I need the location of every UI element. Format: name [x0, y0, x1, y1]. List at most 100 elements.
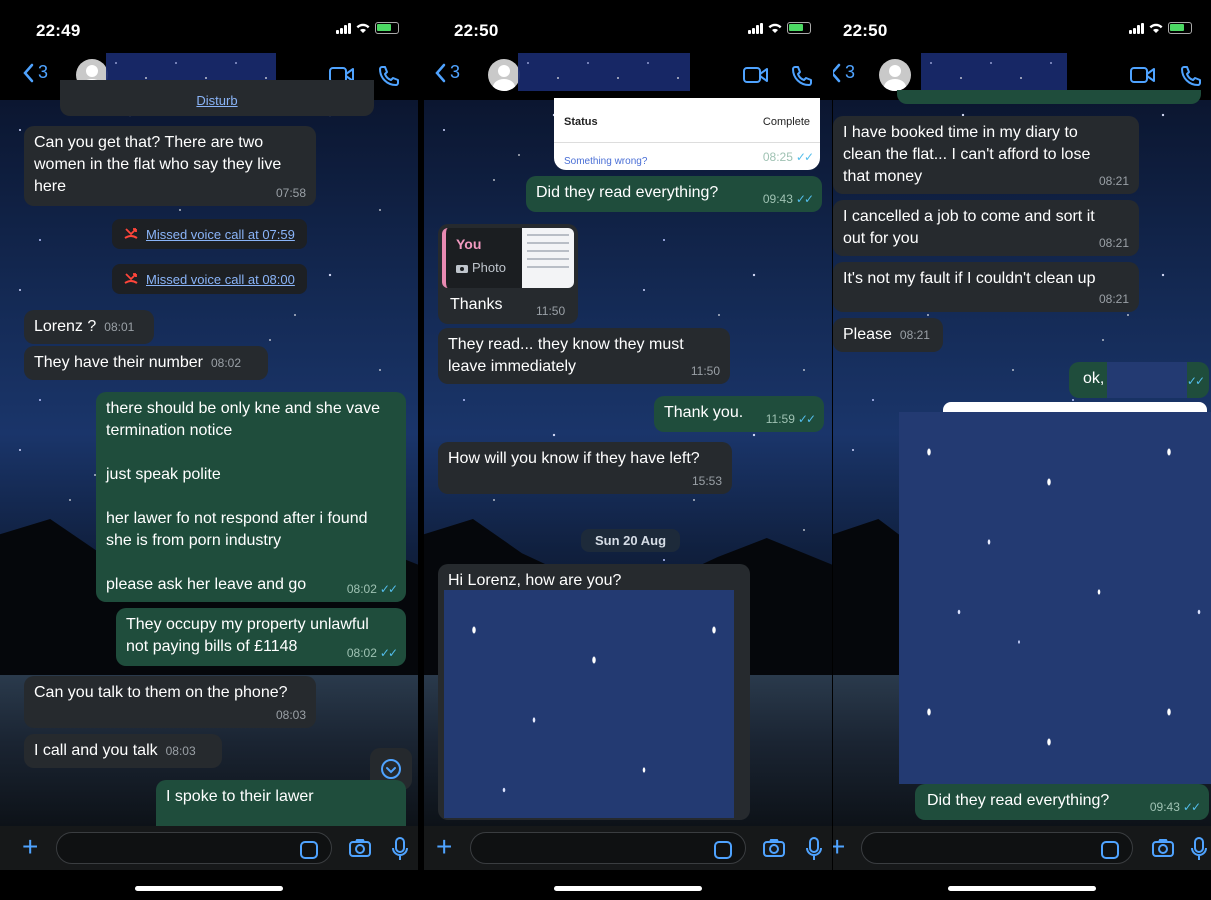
message-bubble-incoming[interactable]: They read... they know they must leave i…: [438, 328, 730, 384]
plus-icon[interactable]: +: [436, 832, 452, 862]
card-status-value: Complete: [762, 116, 810, 128]
chevron-left-icon: [23, 63, 34, 82]
phone-icon[interactable]: [1179, 64, 1203, 88]
message-bubble-incoming-reply[interactable]: You Photo Thanks 11:50: [438, 224, 578, 324]
message-bubble-outgoing[interactable]: there should be only kne and she vave te…: [96, 392, 406, 602]
contact-name-redacted[interactable]: [921, 53, 1067, 91]
message-text: ok,: [1083, 370, 1105, 387]
phone-icon[interactable]: [377, 64, 401, 88]
message-time: 11:50: [690, 364, 720, 378]
message-text: I have booked time in my diary to clean …: [843, 124, 1091, 185]
sticker-icon[interactable]: [1101, 841, 1119, 859]
status-bar: 22:49: [0, 0, 418, 50]
battery-icon: [1168, 22, 1192, 34]
signal-icon: [1129, 22, 1144, 34]
camera-icon: [456, 264, 468, 273]
message-time: 08:03: [275, 708, 306, 722]
redaction-overlay: [1107, 362, 1187, 398]
message-time: 08:21: [1098, 292, 1129, 306]
document-preview-card[interactable]: Status Complete Something wrong? 08:25 ✓✓: [554, 98, 820, 170]
camera-icon[interactable]: [1151, 838, 1175, 858]
sticker-icon[interactable]: [300, 841, 318, 859]
message-time: 08:02: [210, 356, 242, 370]
read-ticks-icon: ✓✓: [795, 192, 814, 206]
camera-icon[interactable]: [348, 838, 372, 858]
message-time: 08:21: [899, 328, 930, 342]
avatar[interactable]: [488, 59, 520, 91]
plus-icon[interactable]: +: [833, 832, 845, 862]
contact-name-redacted[interactable]: [518, 53, 690, 91]
message-bubble-incoming[interactable]: Lorenz ? 08:01: [24, 310, 154, 344]
missed-call-notice[interactable]: Missed voice call at 08:00: [112, 264, 307, 294]
message-input[interactable]: [861, 832, 1133, 864]
status-icons: [1129, 22, 1192, 34]
missed-call-notice[interactable]: Missed voice call at 07:59: [112, 219, 307, 249]
phone-icon[interactable]: [790, 64, 814, 88]
message-time: 11:50: [536, 304, 566, 318]
message-time: 08:01: [104, 320, 135, 334]
chevron-left-icon: [833, 63, 841, 82]
redaction-overlay: [899, 412, 1211, 784]
back-button[interactable]: 3: [434, 62, 460, 83]
message-bubble-partial: [897, 90, 1201, 104]
message-bubble-incoming[interactable]: It's not my fault if I couldn't clean up…: [833, 262, 1139, 312]
message-bubble-partial: Disturb: [60, 80, 374, 116]
quoted-author: You: [456, 236, 482, 252]
message-bubble-incoming[interactable]: Can you talk to them on the phone? 08:03: [24, 676, 316, 728]
message-bubble-outgoing[interactable]: Thank you. 11:59 ✓✓: [654, 396, 824, 432]
status-time: 22:50: [454, 21, 499, 40]
back-button[interactable]: 3: [22, 62, 48, 83]
microphone-icon[interactable]: [804, 836, 824, 862]
status-bar: 22:50: [424, 0, 832, 50]
home-indicator: [424, 870, 832, 900]
chat-screen-2: 22:50 3 Status Complete Something wrong?…: [424, 0, 832, 900]
message-input-bar: +: [833, 826, 1211, 870]
back-button[interactable]: 3: [833, 62, 855, 83]
read-ticks-icon: ✓✓: [1182, 800, 1201, 814]
microphone-icon[interactable]: [1189, 836, 1209, 862]
message-bubble-incoming[interactable]: I have booked time in my diary to clean …: [833, 116, 1139, 194]
read-ticks-icon: ✓✓: [795, 150, 814, 164]
message-input[interactable]: [470, 832, 746, 864]
sticker-icon[interactable]: [714, 841, 732, 859]
message-time: 08:02 ✓✓: [346, 646, 398, 660]
microphone-icon[interactable]: [390, 836, 410, 862]
home-indicator: [833, 870, 1211, 900]
message-text: her lawer fo not respond after i found s…: [106, 510, 368, 549]
plus-icon[interactable]: +: [22, 832, 38, 862]
message-bubble-outgoing[interactable]: Did they read everything? 09:43 ✓✓: [526, 176, 822, 212]
quoted-reply[interactable]: You Photo: [442, 228, 574, 288]
read-ticks-icon: ✓✓: [797, 412, 816, 426]
message-bubble-outgoing[interactable]: They occupy my property unlawful not pay…: [116, 608, 406, 666]
video-call-icon[interactable]: [1129, 64, 1157, 86]
status-time: 22:49: [36, 21, 81, 40]
missed-call-label: Missed voice call at 07:59: [146, 226, 295, 242]
message-time: 08:02 ✓✓: [346, 582, 398, 596]
message-bubble-incoming[interactable]: They have their number 08:02: [24, 346, 268, 380]
message-input[interactable]: [56, 832, 332, 864]
status-icons: [748, 22, 811, 34]
message-time: 09:43 ✓✓: [1149, 800, 1201, 814]
camera-icon[interactable]: [762, 838, 786, 858]
message-text: Can you get that? There are two women in…: [34, 134, 282, 195]
message-bubble-outgoing[interactable]: ok, ✓✓: [1069, 362, 1209, 398]
unread-count: 3: [845, 62, 856, 82]
video-call-icon[interactable]: [742, 64, 770, 86]
message-time: 08:25 ✓✓: [762, 150, 814, 164]
card-footer-link[interactable]: Something wrong?: [564, 156, 647, 167]
message-time: 08:03: [165, 744, 196, 758]
chevron-left-icon: [435, 63, 446, 82]
avatar[interactable]: [879, 59, 911, 91]
message-bubble-incoming[interactable]: I call and you talk 08:03: [24, 734, 222, 768]
message-text: just speak polite: [106, 466, 221, 483]
message-bubble-incoming[interactable]: I cancelled a job to come and sort it ou…: [833, 200, 1139, 256]
message-bubble-incoming[interactable]: How will you know if they have left? 15:…: [438, 442, 732, 494]
message-bubble-outgoing[interactable]: Did they read everything? 09:43 ✓✓: [915, 784, 1209, 820]
message-bubble-incoming[interactable]: Please 08:21: [833, 318, 943, 352]
wifi-icon: [768, 23, 782, 33]
photo-thumbnail: [522, 228, 574, 288]
wifi-icon: [1149, 23, 1163, 33]
message-bubble-incoming[interactable]: Can you get that? There are two women in…: [24, 126, 316, 206]
message-time: 15:53: [691, 474, 722, 488]
signal-icon: [748, 22, 763, 34]
